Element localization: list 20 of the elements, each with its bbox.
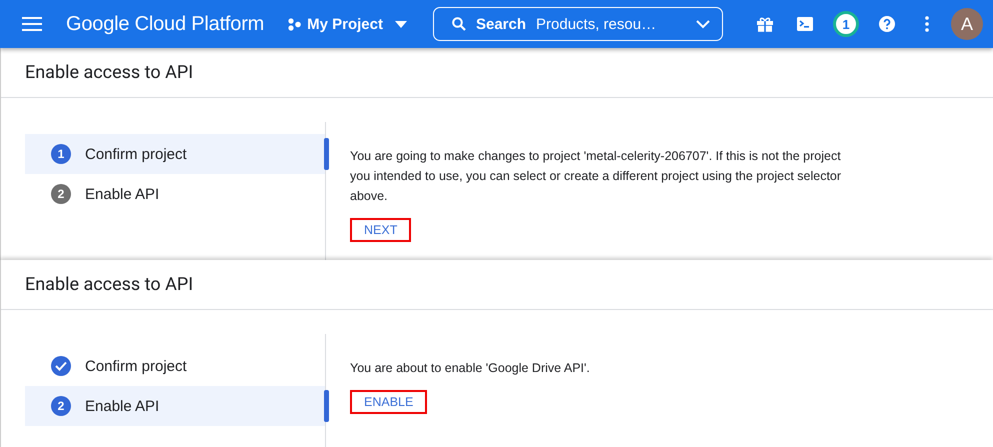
step-number: 2 <box>51 396 71 416</box>
caret-icon <box>394 20 407 28</box>
search-icon <box>452 17 466 31</box>
step-item[interactable]: 2 Enable API <box>25 174 325 214</box>
step-item[interactable]: Confirm project <box>25 346 325 386</box>
message-text: You are about to enable 'Google Drive API'. <box>350 360 591 377</box>
chevron-icon <box>696 20 710 28</box>
brand-name[interactable]: Google Cloud Platform <box>66 12 264 36</box>
project-selector[interactable]: My Project <box>282 16 413 32</box>
avatar[interactable]: A <box>950 8 983 40</box>
search-field[interactable]: Search Products, resou… <box>432 7 723 41</box>
dots-icon <box>288 18 302 30</box>
action-button[interactable]: NEXT <box>350 218 412 242</box>
section-title: Enable access to API <box>1 48 993 98</box>
notification-badge[interactable]: 1 <box>832 11 859 37</box>
step-number: 1 <box>51 144 71 164</box>
section-title: Enable access to API <box>1 260 993 310</box>
step-number: 2 <box>51 184 71 204</box>
action-button[interactable]: ENABLE <box>350 390 428 414</box>
message-text: You are going to make changes to project 'metal-celerity-206707'. If this is not the project you intended to use, you can select or create a different project using the project selector above. <box>350 148 842 205</box>
